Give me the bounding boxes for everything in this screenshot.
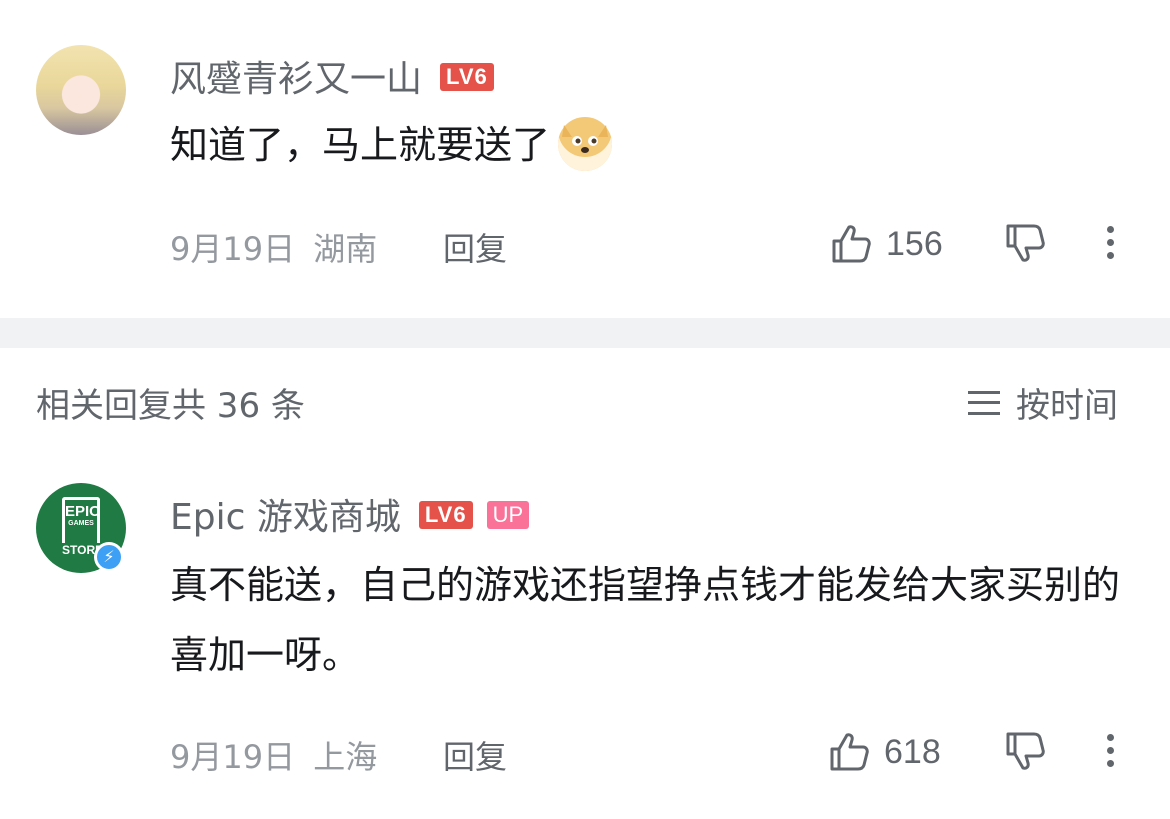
username-text[interactable]: Epic 游戏商城 bbox=[170, 497, 401, 538]
thumbs-up-icon bbox=[830, 733, 869, 771]
epic-logo-mid: GAMES bbox=[68, 520, 94, 527]
comment-date: 9月19日 bbox=[170, 738, 296, 776]
comment-text: 真不能送，自己的游戏还指望挣点钱才能发给大家买别的喜加一呀。 bbox=[170, 563, 1121, 677]
doge-emoji bbox=[558, 116, 613, 171]
replies-count-title: 相关回复共 36 条 bbox=[36, 386, 305, 426]
sort-icon bbox=[968, 390, 1000, 415]
comment-username[interactable]: 风蹙青衫又一山 LV6 bbox=[170, 50, 494, 102]
level-badge: LV6 bbox=[440, 63, 494, 91]
avatar[interactable] bbox=[36, 45, 126, 135]
reply-button[interactable]: 回复 bbox=[443, 224, 507, 270]
epic-logo: EPIC GAMES bbox=[62, 497, 100, 543]
thumbs-down-icon bbox=[1006, 224, 1045, 262]
comment-body: 真不能送，自己的游戏还指望挣点钱才能发给大家买别的喜加一呀。 bbox=[170, 550, 1120, 690]
sort-label: 按时间 bbox=[1016, 386, 1118, 426]
like-button[interactable]: 156 bbox=[830, 220, 943, 268]
reply-button[interactable]: 回复 bbox=[443, 732, 507, 778]
dislike-button[interactable] bbox=[1004, 730, 1046, 776]
comment-item: 风蹙青衫又一山 LV6 知道了，马上就要送了 9月19日 湖南 回复 156 bbox=[0, 0, 1170, 318]
verified-icon: ⚡ bbox=[94, 542, 124, 572]
epic-logo-top: EPIC bbox=[65, 503, 101, 520]
like-count: 156 bbox=[886, 224, 943, 263]
comment-location: 上海 bbox=[313, 738, 378, 776]
sort-by-time-button[interactable]: 按时间 bbox=[968, 378, 1118, 427]
section-divider bbox=[0, 318, 1170, 348]
thumbs-down-icon bbox=[1006, 732, 1045, 770]
more-options-icon[interactable] bbox=[1096, 728, 1124, 776]
comment-body: 知道了，马上就要送了 bbox=[170, 110, 1130, 180]
like-count: 618 bbox=[884, 732, 941, 771]
comment-date: 9月19日 bbox=[170, 230, 296, 268]
up-badge: UP bbox=[486, 501, 530, 529]
comment-text: 知道了，马上就要送了 bbox=[170, 123, 551, 167]
username-text[interactable]: 风蹙青衫又一山 bbox=[170, 59, 422, 100]
comment-meta: 9月19日 上海 bbox=[170, 732, 377, 778]
comment-item: EPIC GAMES STORE ⚡ Epic 游戏商城 LV6 UP 真不能送，自… bbox=[0, 470, 1170, 819]
comment-meta: 9月19日 湖南 bbox=[170, 224, 377, 270]
thumbs-up-icon bbox=[832, 225, 871, 263]
comment-location: 湖南 bbox=[313, 230, 378, 268]
like-button[interactable]: 618 bbox=[828, 728, 941, 776]
level-badge: LV6 bbox=[418, 501, 473, 529]
dislike-button[interactable] bbox=[1004, 222, 1046, 268]
more-options-icon[interactable] bbox=[1096, 220, 1124, 268]
comment-username[interactable]: Epic 游戏商城 LV6 UP bbox=[170, 488, 530, 540]
